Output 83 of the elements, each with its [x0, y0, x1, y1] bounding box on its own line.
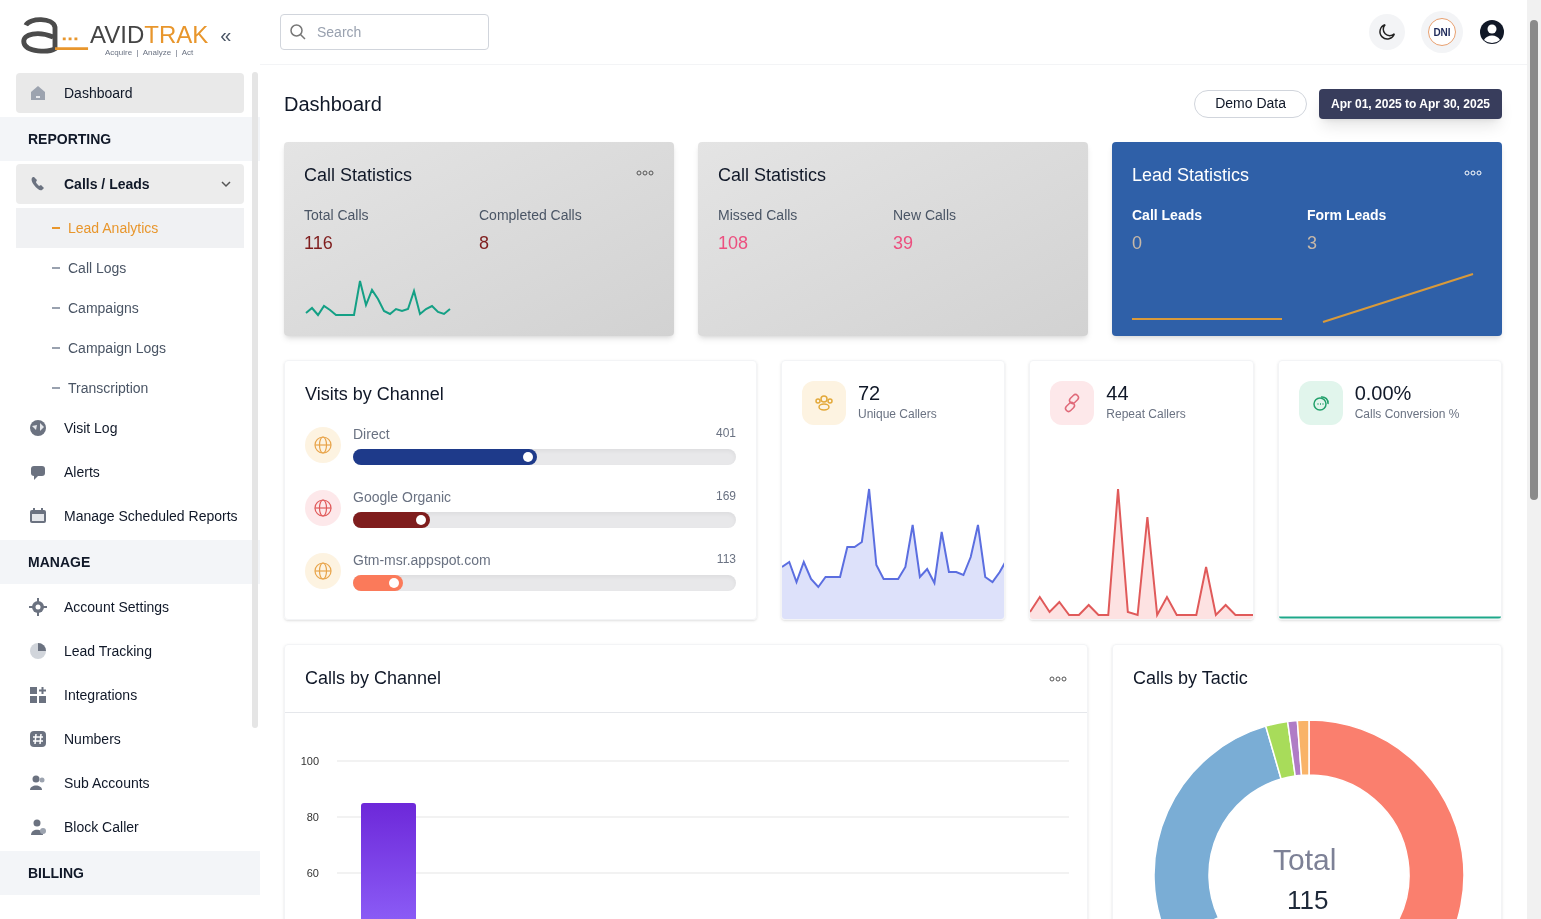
- calendar-icon: [28, 506, 48, 526]
- card-title: Lead Statistics: [1132, 164, 1250, 187]
- metric-label: Completed Calls: [479, 206, 582, 225]
- channel-name: Gtm-msr.appspot.com: [353, 551, 491, 570]
- card-title: Visits by Channel: [305, 384, 444, 404]
- nav-item[interactable]: Lead Tracking: [16, 631, 244, 671]
- kpi-label: Repeat Callers: [1106, 406, 1186, 423]
- card-title: Call Statistics: [718, 164, 827, 187]
- more-icon[interactable]: [636, 170, 654, 176]
- nav-item[interactable]: Alerts: [16, 452, 244, 492]
- moon-icon: [1376, 21, 1398, 43]
- axis-tick-label: 100: [300, 755, 319, 767]
- grid-icon: [28, 685, 48, 705]
- section-heading: BILLING: [28, 863, 84, 883]
- nav-subitem[interactable]: Campaigns: [16, 288, 244, 328]
- brand-tagline: Acquire | Analyze | Act: [105, 47, 194, 59]
- nav-item[interactable]: Dashboard: [16, 73, 244, 113]
- donut-center-value: 115: [1287, 884, 1329, 917]
- progress-knob: [415, 515, 426, 525]
- metric-label: Missed Calls: [718, 206, 798, 225]
- metric-value: 0: [1132, 232, 1142, 255]
- nav-item[interactable]: Manage Scheduled Reports: [16, 496, 244, 536]
- sidebar-scrollbar[interactable]: [252, 72, 258, 728]
- channel-count: 401: [715, 425, 736, 442]
- kpi-value: 0.00%: [1354, 381, 1413, 405]
- chevron-icon: [220, 178, 232, 190]
- chat-icon: [1298, 381, 1343, 425]
- hash-icon: [28, 729, 48, 749]
- collapse-button[interactable]: «: [220, 25, 232, 45]
- channel-name: Direct: [353, 425, 390, 444]
- axis-tick-label: 80: [306, 811, 319, 823]
- axis-tick-label: 60: [306, 867, 319, 879]
- kpi-value: 44: [1106, 381, 1130, 405]
- nav-item[interactable]: Sub Accounts: [16, 763, 244, 803]
- progress-knob: [522, 452, 533, 462]
- metric-value: 3: [1307, 232, 1317, 255]
- kpi-value: 72: [858, 381, 882, 405]
- nav-item[interactable]: Visit Log: [16, 408, 244, 448]
- more-icon[interactable]: [1464, 170, 1482, 176]
- channel-count: 169: [715, 488, 736, 505]
- metric-value: 8: [479, 232, 489, 255]
- metric-label: Total Calls: [304, 206, 369, 225]
- nav-subitem[interactable]: Transcription: [16, 368, 244, 408]
- section-heading: REPORTING: [28, 129, 112, 149]
- dni-button[interactable]: DNI: [1421, 11, 1463, 53]
- metric-label: New Calls: [893, 206, 956, 225]
- nav-item[interactable]: Numbers: [16, 719, 244, 759]
- nav-subitem[interactable]: Campaign Logs: [16, 328, 244, 368]
- kpi-label: Unique Callers: [858, 406, 937, 423]
- user-block-icon: [28, 817, 48, 837]
- search-icon: [289, 23, 307, 41]
- nav-item[interactable]: Block Caller: [16, 807, 244, 847]
- dark-mode-button[interactable]: [1369, 14, 1405, 50]
- metric-label: Form Leads: [1307, 206, 1387, 225]
- metric-value: 39: [893, 232, 914, 255]
- nav-item[interactable]: Account Settings: [16, 587, 244, 627]
- brand-name: AVID: [90, 23, 145, 47]
- card-title: Calls by Channel: [305, 667, 442, 690]
- page-scrollbar[interactable]: [1527, 0, 1541, 919]
- metric-value: 108: [718, 232, 749, 255]
- date-range-button[interactable]: Apr 01, 2025 to Apr 30, 2025: [1319, 88, 1502, 119]
- metric-label: Call Leads: [1132, 206, 1203, 225]
- brand-name-accent: TRAK: [144, 23, 209, 47]
- more-icon[interactable]: [1049, 675, 1067, 682]
- donut-center-label: Total: [1273, 842, 1337, 878]
- kpi-label: Calls Conversion %: [1354, 406, 1460, 423]
- card-title: Call Statistics: [304, 164, 413, 187]
- users-icon: [802, 381, 846, 425]
- nav-group[interactable]: Calls / Leads: [16, 164, 244, 204]
- page-title: Dashboard: [284, 91, 382, 117]
- section-heading: MANAGE: [28, 552, 91, 572]
- nav-item[interactable]: Integrations: [16, 675, 244, 715]
- progress-knob: [388, 578, 399, 588]
- search-field[interactable]: Search: [280, 14, 489, 50]
- home-icon: [28, 83, 48, 103]
- pie-chart-icon: [28, 641, 48, 661]
- link-icon: [1050, 381, 1095, 425]
- user-avatar-icon[interactable]: [1479, 19, 1505, 45]
- channel-name: Google Organic: [353, 488, 452, 507]
- nav-subitem[interactable]: Call Logs: [16, 248, 244, 288]
- card-title: Calls by Tactic: [1133, 668, 1248, 688]
- metric-value: 116: [304, 232, 333, 255]
- channel-count: 113: [716, 551, 736, 568]
